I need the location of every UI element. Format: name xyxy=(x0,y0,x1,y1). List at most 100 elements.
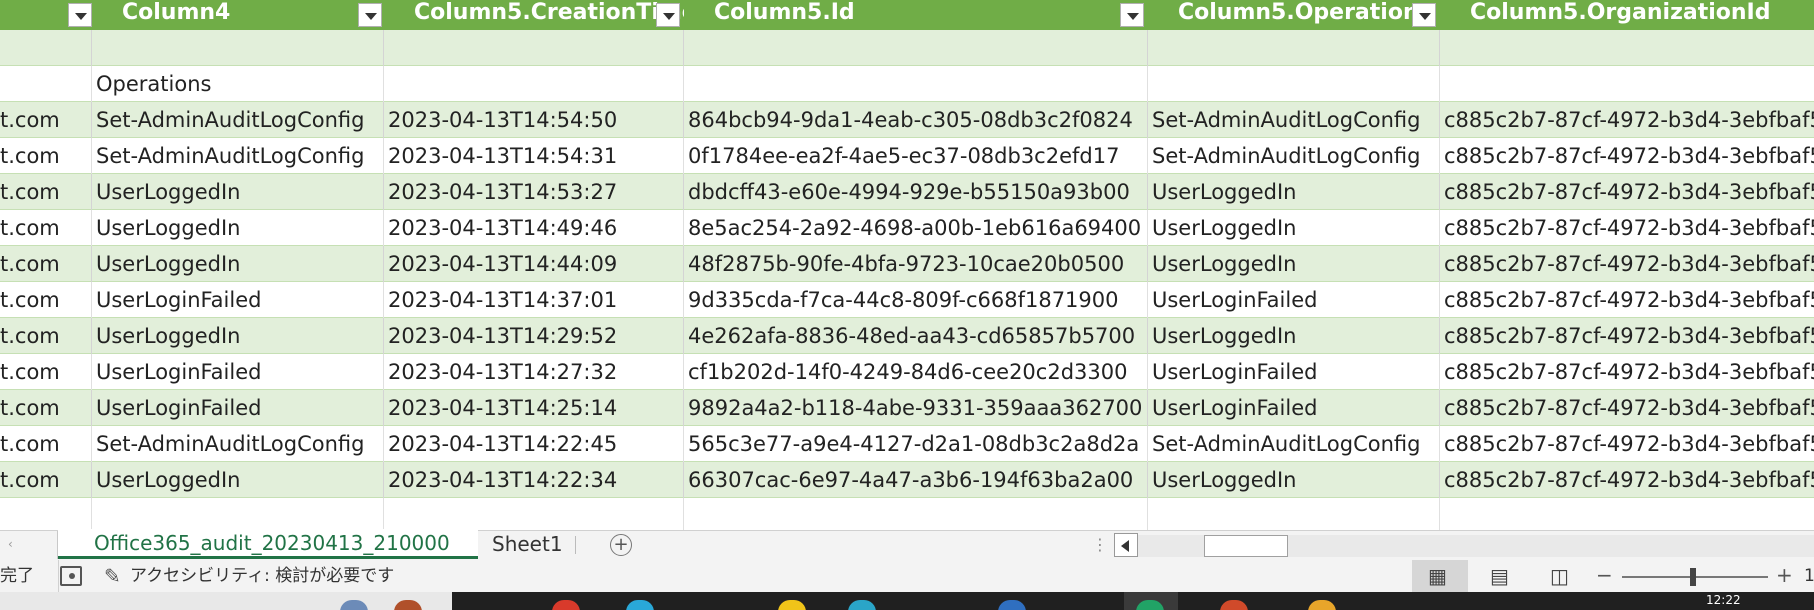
table-cell[interactable]: dbdcff43-e60e-4994-929e-b55150a93b00 xyxy=(684,174,1148,210)
table-cell[interactable]: 48f2875b-90fe-4bfa-9723-10cae20b0500 xyxy=(684,246,1148,282)
table-cell[interactable]: 2023-04-13T14:54:31 xyxy=(384,138,684,174)
table-cell[interactable] xyxy=(384,66,684,102)
taskbar-app-icon[interactable] xyxy=(778,600,806,610)
table-cell[interactable] xyxy=(384,498,684,530)
sheet-tab-sheet1[interactable]: Sheet1 xyxy=(478,531,578,559)
taskbar-app-icon[interactable] xyxy=(998,600,1026,610)
table-cell[interactable]: t.com xyxy=(0,138,92,174)
table-cell[interactable]: t.com xyxy=(0,354,92,390)
table-cell[interactable]: UserLoggedIn xyxy=(92,318,384,354)
accessibility-status[interactable]: アクセシビリティ: 検討が必要です xyxy=(130,560,394,592)
table-cell[interactable]: 9d335cda-f7ca-44c8-809f-c668f1871900 xyxy=(684,282,1148,318)
table-cell[interactable] xyxy=(384,30,684,66)
table-cell[interactable]: c885c2b7-87cf-4972-b3d4-3ebfbaf5 xyxy=(1440,246,1814,282)
table-cell[interactable]: Set-AdminAuditLogConfig xyxy=(1148,426,1440,462)
table-cell[interactable]: cf1b202d-14f0-4249-84d6-cee20c2d3300 xyxy=(684,354,1148,390)
table-cell[interactable]: c885c2b7-87cf-4972-b3d4-3ebfbaf5 xyxy=(1440,102,1814,138)
table-cell[interactable]: UserLoggedIn xyxy=(92,174,384,210)
table-cell[interactable]: Set-AdminAuditLogConfig xyxy=(92,138,384,174)
table-cell[interactable]: UserLoginFailed xyxy=(1148,282,1440,318)
accessibility-icon[interactable]: ✎ xyxy=(104,564,121,588)
table-cell[interactable]: c885c2b7-87cf-4972-b3d4-3ebfbaf5 xyxy=(1440,282,1814,318)
filter-dropdown-icon[interactable] xyxy=(358,3,382,27)
table-cell[interactable]: c885c2b7-87cf-4972-b3d4-3ebfbaf5 xyxy=(1440,426,1814,462)
filter-dropdown-icon[interactable] xyxy=(1412,3,1436,27)
table-cell[interactable] xyxy=(0,498,92,530)
table-cell[interactable] xyxy=(1148,66,1440,102)
table-cell[interactable] xyxy=(1440,30,1814,66)
table-cell[interactable]: t.com xyxy=(0,318,92,354)
table-cell[interactable]: 4e262afa-8836-48ed-aa43-cd65857b5700 xyxy=(684,318,1148,354)
table-cell[interactable]: c885c2b7-87cf-4972-b3d4-3ebfbaf5 xyxy=(1440,318,1814,354)
scroll-left-button[interactable] xyxy=(1114,533,1138,557)
table-cell[interactable] xyxy=(684,30,1148,66)
table-cell[interactable]: UserLoggedIn xyxy=(1148,174,1440,210)
table-cell[interactable]: UserLoggedIn xyxy=(92,246,384,282)
taskbar-app-icon[interactable] xyxy=(1308,600,1336,610)
table-cell[interactable]: 2023-04-13T14:49:46 xyxy=(384,210,684,246)
table-cell[interactable]: 2023-04-13T14:44:09 xyxy=(384,246,684,282)
table-cell[interactable]: Set-AdminAuditLogConfig xyxy=(1148,102,1440,138)
table-cell[interactable]: 2023-04-13T14:37:01 xyxy=(384,282,684,318)
table-cell[interactable]: UserLoggedIn xyxy=(92,462,384,498)
taskbar-app-icon[interactable] xyxy=(848,600,876,610)
table-cell[interactable]: t.com xyxy=(0,426,92,462)
table-cell[interactable]: Set-AdminAuditLogConfig xyxy=(92,102,384,138)
table-cell[interactable]: 8e5ac254-2a92-4698-a00b-1eb616a69400 xyxy=(684,210,1148,246)
table-cell[interactable]: t.com xyxy=(0,390,92,426)
zoom-in-button[interactable]: + xyxy=(1776,560,1793,590)
table-cell[interactable]: Operations xyxy=(92,66,384,102)
table-cell[interactable]: UserLoggedIn xyxy=(92,210,384,246)
filter-dropdown-icon[interactable] xyxy=(1120,3,1144,27)
table-cell[interactable]: 2023-04-13T14:29:52 xyxy=(384,318,684,354)
page-break-view-icon[interactable]: ◫ xyxy=(1550,566,1569,586)
column-header[interactable]: Column5.OrganizationId xyxy=(1440,0,1814,30)
taskbar-app-icon[interactable] xyxy=(1220,600,1248,610)
table-cell[interactable]: UserLoginFailed xyxy=(92,390,384,426)
table-cell[interactable] xyxy=(92,498,384,530)
table-cell[interactable]: t.com xyxy=(0,102,92,138)
table-cell[interactable]: c885c2b7-87cf-4972-b3d4-3ebfbaf5 xyxy=(1440,354,1814,390)
filter-dropdown-icon[interactable] xyxy=(656,3,680,27)
table-cell[interactable]: UserLoginFailed xyxy=(1148,390,1440,426)
table-cell[interactable]: 565c3e77-a9e4-4127-d2a1-08db3c2a8d2a xyxy=(684,426,1148,462)
macro-record-icon[interactable] xyxy=(60,566,82,586)
table-cell[interactable]: UserLoginFailed xyxy=(92,354,384,390)
table-cell[interactable]: 864bcb94-9da1-4eab-c305-08db3c2f0824 xyxy=(684,102,1148,138)
table-cell[interactable]: c885c2b7-87cf-4972-b3d4-3ebfbaf5 xyxy=(1440,174,1814,210)
table-cell[interactable] xyxy=(92,30,384,66)
table-cell[interactable] xyxy=(1440,66,1814,102)
table-cell[interactable]: 2023-04-13T14:25:14 xyxy=(384,390,684,426)
table-cell[interactable]: 2023-04-13T14:54:50 xyxy=(384,102,684,138)
tab-split-handle[interactable]: ⋮ xyxy=(1092,533,1108,557)
zoom-out-button[interactable]: − xyxy=(1596,560,1613,590)
table-cell[interactable]: c885c2b7-87cf-4972-b3d4-3ebfbaf5 xyxy=(1440,138,1814,174)
table-cell[interactable]: UserLoggedIn xyxy=(1148,246,1440,282)
column-header[interactable]: Column5.Id xyxy=(684,0,1148,30)
table-cell[interactable]: t.com xyxy=(0,174,92,210)
table-cell[interactable]: UserLoggedIn xyxy=(1148,462,1440,498)
table-cell[interactable]: t.com xyxy=(0,282,92,318)
column-header[interactable]: Column5.CreationTime xyxy=(384,0,684,30)
page-layout-view-icon[interactable]: ▤ xyxy=(1490,566,1509,586)
add-sheet-button[interactable]: + xyxy=(610,534,632,556)
horizontal-scrollbar-thumb[interactable] xyxy=(1204,535,1288,557)
zoom-slider-thumb[interactable] xyxy=(1690,568,1696,586)
table-cell[interactable]: c885c2b7-87cf-4972-b3d4-3ebfbaf5 xyxy=(1440,390,1814,426)
table-cell[interactable]: t.com xyxy=(0,462,92,498)
table-cell[interactable]: 2023-04-13T14:22:45 xyxy=(384,426,684,462)
table-cell[interactable]: 2023-04-13T14:22:34 xyxy=(384,462,684,498)
table-cell[interactable]: c885c2b7-87cf-4972-b3d4-3ebfbaf5 xyxy=(1440,462,1814,498)
table-cell[interactable]: UserLoginFailed xyxy=(92,282,384,318)
table-cell[interactable]: 2023-04-13T14:53:27 xyxy=(384,174,684,210)
column-header[interactable]: Column5.Operation xyxy=(1148,0,1440,30)
table-cell[interactable]: UserLoginFailed xyxy=(1148,354,1440,390)
table-cell[interactable]: UserLoggedIn xyxy=(1148,318,1440,354)
table-cell[interactable] xyxy=(684,66,1148,102)
table-cell[interactable] xyxy=(0,66,92,102)
sheet-nav-button[interactable]: ‹ xyxy=(0,531,58,559)
table-cell[interactable] xyxy=(1148,30,1440,66)
table-cell[interactable] xyxy=(0,30,92,66)
table-cell[interactable]: 2023-04-13T14:27:32 xyxy=(384,354,684,390)
table-cell[interactable] xyxy=(1440,498,1814,530)
